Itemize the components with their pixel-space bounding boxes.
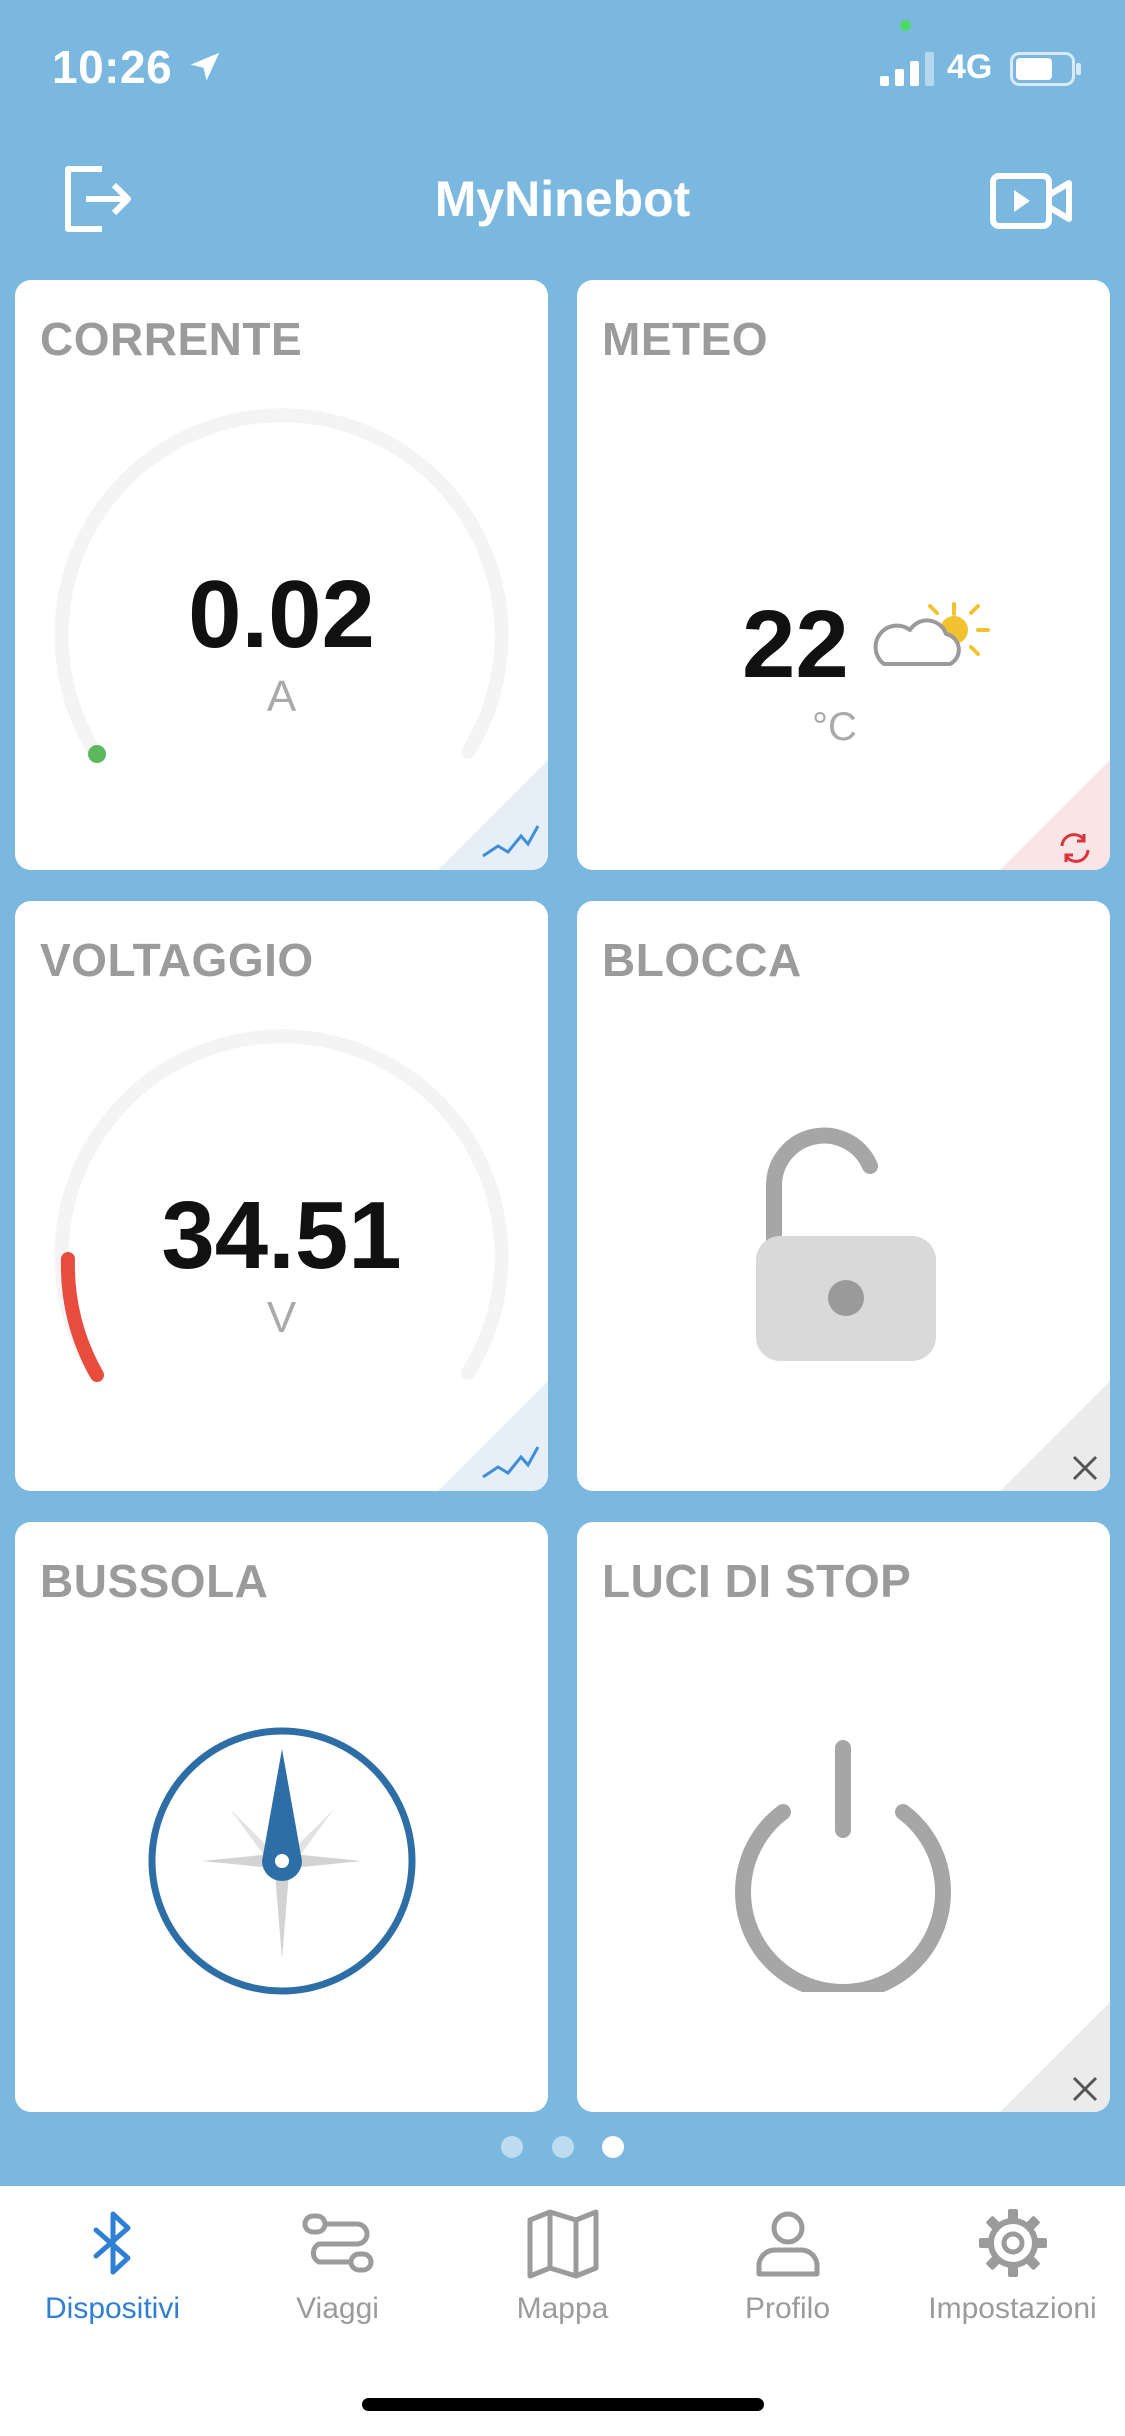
unlocked-padlock-icon[interactable] bbox=[752, 1126, 942, 1366]
page-dot-1[interactable] bbox=[501, 2136, 524, 2158]
tab-label: Profilo bbox=[744, 2292, 831, 2325]
signal-icon bbox=[880, 52, 934, 86]
status-time: 10:26 bbox=[52, 41, 173, 93]
chart-corner-icon[interactable] bbox=[438, 1381, 548, 1491]
video-camera-icon[interactable] bbox=[990, 173, 1072, 229]
page-dot-2[interactable] bbox=[551, 2136, 574, 2158]
compass-card[interactable]: BUSSOLA bbox=[15, 1522, 548, 2112]
home-indicator[interactable] bbox=[362, 2398, 764, 2411]
voltage-unit: V bbox=[266, 1293, 297, 1342]
tab-label: Impostazioni bbox=[928, 2292, 1097, 2325]
voltage-card[interactable]: VOLTAGGIO 34.51 V bbox=[15, 901, 548, 1491]
current-value: 0.02 bbox=[188, 561, 375, 668]
close-corner-icon[interactable] bbox=[1000, 2002, 1110, 2112]
compass-title: BUSSOLA bbox=[40, 1555, 269, 1607]
partly-sunny-icon bbox=[873, 602, 990, 666]
chart-corner-icon[interactable] bbox=[438, 760, 548, 870]
voltage-value: 34.51 bbox=[161, 1182, 402, 1289]
tab-label: Mappa bbox=[516, 2292, 609, 2325]
bluetooth-icon bbox=[93, 2211, 131, 2275]
current-card[interactable]: CORRENTE 0.02 A bbox=[15, 280, 548, 870]
page-indicator[interactable] bbox=[0, 2136, 1125, 2162]
brake-lights-card[interactable]: LUCI DI STOP bbox=[577, 1522, 1110, 2112]
brake-lights-title: LUCI DI STOP bbox=[602, 1555, 912, 1607]
weather-title: METEO bbox=[602, 313, 769, 365]
battery-icon bbox=[1010, 52, 1081, 86]
profile-icon bbox=[756, 2211, 820, 2277]
network-type: 4G bbox=[947, 48, 993, 86]
current-gauge-indicator bbox=[88, 745, 106, 763]
route-icon bbox=[302, 2213, 374, 2273]
app-header: MyNinebot bbox=[0, 135, 1125, 270]
tab-impostazioni[interactable]: Impostazioni bbox=[900, 2186, 1125, 2346]
refresh-corner-icon[interactable] bbox=[1000, 760, 1110, 870]
close-corner-icon[interactable] bbox=[1000, 1381, 1110, 1491]
tab-label: Dispositivi bbox=[44, 2292, 181, 2325]
gear-icon bbox=[979, 2209, 1047, 2277]
weather-card[interactable]: METEO 22 °C bbox=[577, 280, 1110, 870]
location-arrow-icon bbox=[190, 52, 220, 81]
privacy-indicator bbox=[900, 20, 911, 31]
compass-icon bbox=[148, 1727, 416, 1995]
weather-unit: °C bbox=[812, 705, 857, 749]
lock-title: BLOCCA bbox=[602, 934, 802, 986]
current-unit: A bbox=[266, 672, 297, 721]
power-icon[interactable] bbox=[723, 1732, 963, 1992]
status-bar: 10:26 4G bbox=[0, 0, 1125, 135]
tab-profilo[interactable]: Profilo bbox=[675, 2186, 900, 2346]
tab-mappa[interactable]: Mappa bbox=[450, 2186, 675, 2346]
weather-temperature: 22 bbox=[742, 591, 849, 698]
tab-label: Viaggi bbox=[296, 2292, 379, 2325]
lock-card[interactable]: BLOCCA bbox=[577, 901, 1110, 1491]
page-dot-3[interactable] bbox=[601, 2136, 624, 2158]
map-icon bbox=[527, 2209, 599, 2279]
tab-dispositivi[interactable]: Dispositivi bbox=[0, 2186, 225, 2346]
page-title: MyNinebot bbox=[434, 171, 691, 227]
tab-viaggi[interactable]: Viaggi bbox=[225, 2186, 450, 2346]
